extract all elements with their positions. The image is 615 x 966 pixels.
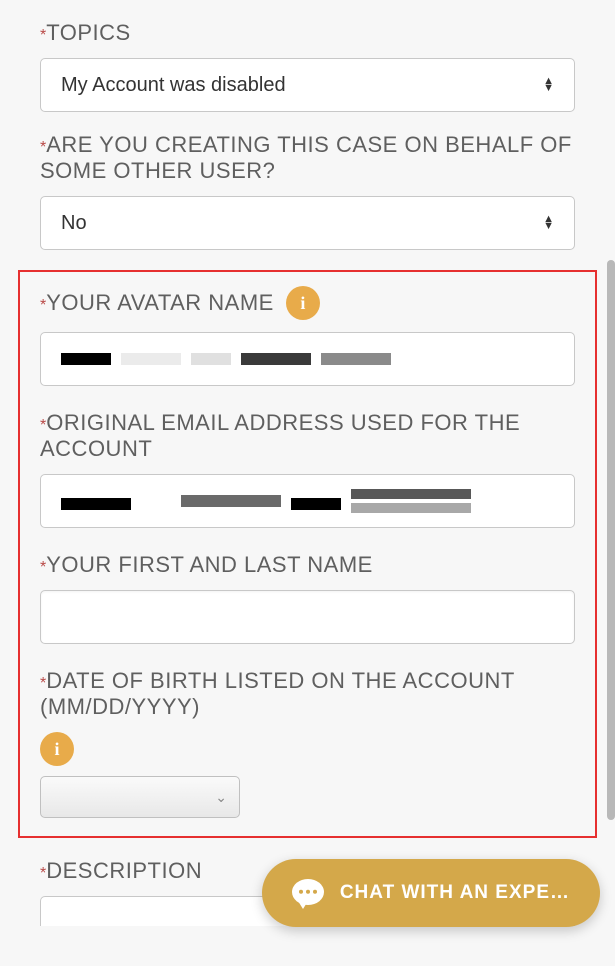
redacted-block (61, 353, 111, 365)
behalf-select[interactable]: No ▲ ▼ (40, 196, 575, 250)
redacted-block (321, 353, 391, 365)
topics-label-wrapper: *TOPICS (40, 20, 131, 46)
topics-group: *TOPICS My Account was disabled ▲ ▼ (40, 20, 575, 112)
chat-dots (299, 890, 317, 894)
topics-label: TOPICS (46, 20, 131, 45)
fullname-label-row: *YOUR FIRST AND LAST NAME (40, 552, 575, 578)
redacted-block (121, 353, 181, 365)
chat-button[interactable]: CHAT WITH AN EXPE… (262, 859, 600, 927)
dob-group: *DATE OF BIRTH LISTED ON THE ACCOUNT (MM… (40, 668, 575, 818)
avatar-label-row: *YOUR AVATAR NAME i (40, 286, 575, 320)
behalf-group: *ARE YOU CREATING THIS CASE ON BEHALF OF… (40, 132, 575, 250)
fullname-input[interactable] (40, 590, 575, 644)
fullname-label: YOUR FIRST AND LAST NAME (46, 552, 373, 577)
fullname-group: *YOUR FIRST AND LAST NAME (40, 552, 575, 644)
topics-select[interactable]: My Account was disabled ▲ ▼ (40, 58, 575, 112)
chat-button-label: CHAT WITH AN EXPE… (340, 882, 570, 904)
avatar-input[interactable] (40, 332, 575, 386)
scrollbar-thumb[interactable] (607, 260, 615, 820)
select-arrows-icon: ▲ ▼ (543, 78, 554, 92)
info-icon[interactable]: i (286, 286, 320, 320)
redacted-block (351, 503, 471, 513)
fullname-label-wrapper: *YOUR FIRST AND LAST NAME (40, 552, 373, 578)
email-label: ORIGINAL EMAIL ADDRESS USED FOR THE ACCO… (40, 410, 520, 461)
dob-label-row: *DATE OF BIRTH LISTED ON THE ACCOUNT (MM… (40, 668, 575, 720)
redacted-block (141, 495, 171, 507)
dob-info-row: i (40, 732, 575, 766)
redacted-block (191, 353, 231, 365)
chat-bubble-icon (292, 879, 324, 905)
avatar-label-wrapper: *YOUR AVATAR NAME (40, 290, 274, 316)
scrollbar-track[interactable] (607, 0, 615, 957)
dob-select[interactable]: ⌄ (40, 776, 240, 818)
redacted-block (61, 498, 131, 510)
chat-icon (292, 879, 324, 907)
chevron-down-icon: ⌄ (215, 789, 227, 806)
redacted-stack (351, 489, 471, 513)
redacted-block (241, 353, 311, 365)
dob-label: DATE OF BIRTH LISTED ON THE ACCOUNT (MM/… (40, 668, 514, 719)
topics-label-row: *TOPICS (40, 20, 575, 46)
behalf-select-value: No (61, 212, 543, 235)
select-arrows-icon: ▲ ▼ (543, 216, 554, 230)
redacted-block (351, 489, 471, 499)
email-group: *ORIGINAL EMAIL ADDRESS USED FOR THE ACC… (40, 410, 575, 528)
behalf-label: ARE YOU CREATING THIS CASE ON BEHALF OF … (40, 132, 572, 183)
behalf-label-row: *ARE YOU CREATING THIS CASE ON BEHALF OF… (40, 132, 575, 184)
dob-label-wrapper: *DATE OF BIRTH LISTED ON THE ACCOUNT (MM… (40, 668, 575, 720)
highlighted-section: *YOUR AVATAR NAME i *ORIGINAL EMAIL ADDR… (18, 270, 597, 838)
topics-select-value: My Account was disabled (61, 74, 543, 97)
form-container: *TOPICS My Account was disabled ▲ ▼ *ARE… (0, 0, 615, 966)
email-label-row: *ORIGINAL EMAIL ADDRESS USED FOR THE ACC… (40, 410, 575, 462)
email-label-wrapper: *ORIGINAL EMAIL ADDRESS USED FOR THE ACC… (40, 410, 575, 462)
redacted-block (291, 498, 341, 510)
info-icon[interactable]: i (40, 732, 74, 766)
redacted-block (181, 495, 281, 507)
email-input[interactable] (40, 474, 575, 528)
description-label: DESCRIPTION (46, 858, 202, 883)
avatar-label: YOUR AVATAR NAME (46, 290, 274, 315)
avatar-group: *YOUR AVATAR NAME i (40, 286, 575, 386)
behalf-label-wrapper: *ARE YOU CREATING THIS CASE ON BEHALF OF… (40, 132, 575, 184)
description-label-wrapper: *DESCRIPTION (40, 858, 202, 884)
